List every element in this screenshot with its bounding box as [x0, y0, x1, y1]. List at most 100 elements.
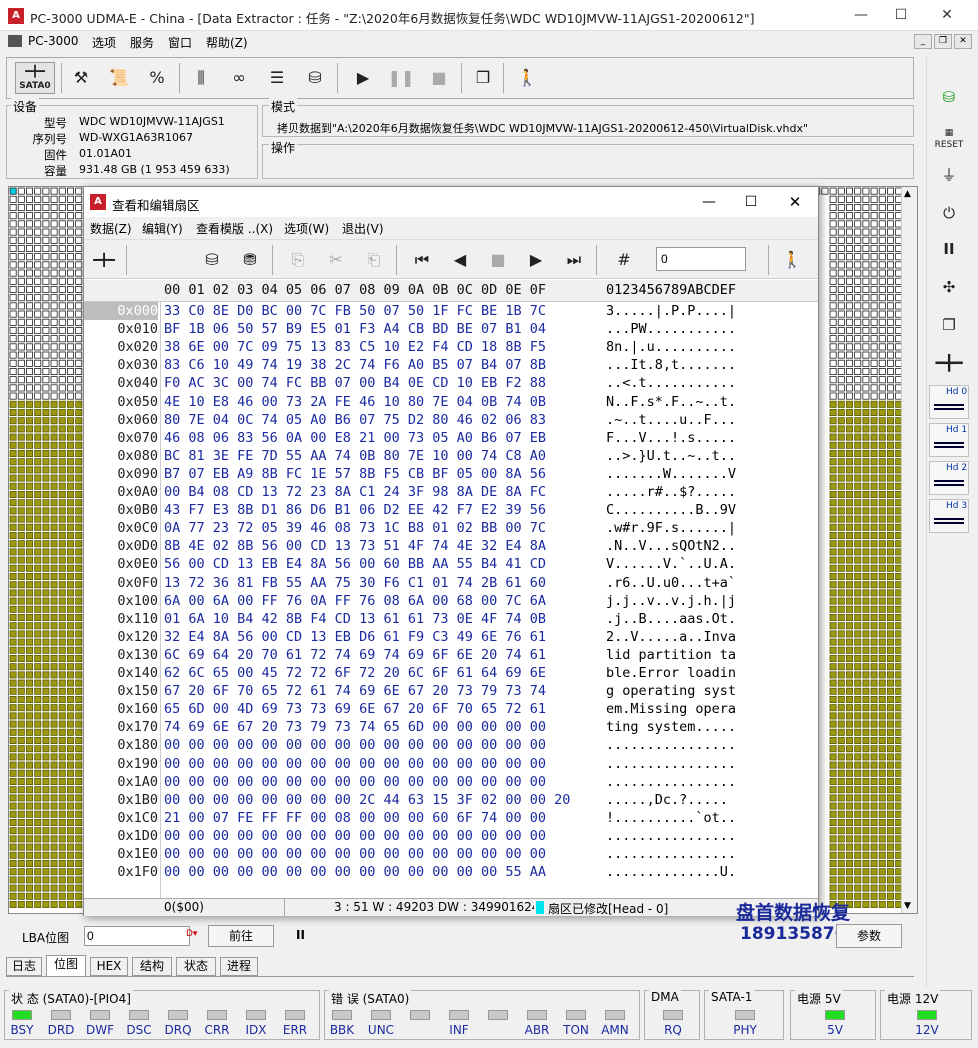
row-ascii[interactable]: ..>.}U.t..~..t.. [606, 447, 736, 465]
sector-block[interactable] [25, 868, 33, 876]
sector-block[interactable] [854, 253, 862, 261]
sector-block[interactable] [17, 482, 25, 490]
sector-block[interactable] [9, 408, 17, 416]
sector-block[interactable] [34, 351, 42, 359]
sector-block[interactable] [42, 556, 50, 564]
sector-block[interactable] [9, 351, 17, 359]
sector-block[interactable] [67, 310, 75, 318]
sector-block[interactable] [58, 466, 66, 474]
sector-block[interactable] [75, 269, 83, 277]
sector-block[interactable] [870, 704, 878, 712]
sector-block[interactable] [17, 810, 25, 818]
sector-block[interactable] [67, 695, 75, 703]
sector-block[interactable] [854, 408, 862, 416]
sector-block[interactable] [829, 482, 837, 490]
sector-block[interactable] [829, 384, 837, 392]
sector-block[interactable] [17, 597, 25, 605]
sector-block[interactable] [829, 245, 837, 253]
sector-block[interactable] [862, 302, 870, 310]
row-ascii[interactable]: ................ [606, 736, 736, 754]
sector-block[interactable] [42, 737, 50, 745]
sector-block[interactable] [75, 802, 83, 810]
sector-block[interactable] [75, 326, 83, 334]
sector-block[interactable] [846, 367, 854, 375]
sector-block[interactable] [75, 458, 83, 466]
sector-block[interactable] [42, 720, 50, 728]
sector-block[interactable] [17, 695, 25, 703]
sector-block[interactable] [862, 335, 870, 343]
sector-block[interactable] [854, 630, 862, 638]
sector-block[interactable] [42, 687, 50, 695]
sector-block[interactable] [870, 769, 878, 777]
sector-block[interactable] [846, 720, 854, 728]
sector-block[interactable] [870, 433, 878, 441]
sector-block[interactable] [75, 851, 83, 859]
sector-block[interactable] [837, 810, 845, 818]
sector-block[interactable] [854, 195, 862, 203]
sector-block[interactable] [837, 564, 845, 572]
sector-block[interactable] [34, 523, 42, 531]
sector-block[interactable] [887, 778, 895, 786]
sector-block[interactable] [887, 835, 895, 843]
sector-block[interactable] [67, 343, 75, 351]
sector-block[interactable] [58, 761, 66, 769]
sector-block[interactable] [67, 187, 75, 195]
sector-block[interactable] [837, 245, 845, 253]
sector-block[interactable] [34, 646, 42, 654]
sector-block[interactable] [58, 425, 66, 433]
sector-block[interactable] [837, 326, 845, 334]
scroll-down-icon[interactable]: ▼ [904, 901, 911, 911]
sector-block[interactable] [870, 613, 878, 621]
mdi-minimize-button[interactable]: _ [914, 34, 932, 49]
sector-block[interactable] [887, 523, 895, 531]
sector-block[interactable] [58, 605, 66, 613]
sector-block[interactable] [42, 835, 50, 843]
sector-block[interactable] [17, 466, 25, 474]
sector-block[interactable] [862, 671, 870, 679]
sector-block[interactable] [9, 515, 17, 523]
sector-block[interactable] [854, 515, 862, 523]
sector-block[interactable] [846, 499, 854, 507]
sector-block[interactable] [42, 310, 50, 318]
row-hex-bytes[interactable]: 65 6D 00 4D 69 73 73 69 6E 67 20 6F 70 6… [164, 700, 546, 718]
sector-block[interactable] [837, 786, 845, 794]
sector-block[interactable] [9, 622, 17, 630]
sector-block[interactable] [862, 761, 870, 769]
sector-block[interactable] [25, 408, 33, 416]
sector-block[interactable] [67, 482, 75, 490]
sector-block[interactable] [58, 827, 66, 835]
sector-block[interactable] [837, 540, 845, 548]
sector-block[interactable] [878, 359, 886, 367]
sector-block[interactable] [870, 236, 878, 244]
sector-block[interactable] [34, 236, 42, 244]
sector-block[interactable] [50, 433, 58, 441]
sector-block[interactable] [837, 597, 845, 605]
pause-button[interactable]: II [296, 928, 305, 942]
sector-block[interactable] [50, 490, 58, 498]
sector-block[interactable] [870, 302, 878, 310]
sector-block[interactable] [58, 392, 66, 400]
sector-block[interactable] [887, 490, 895, 498]
sector-block[interactable] [9, 860, 17, 868]
sector-block[interactable] [878, 203, 886, 211]
sector-block[interactable] [887, 687, 895, 695]
sector-block[interactable] [878, 277, 886, 285]
sector-block[interactable] [25, 581, 33, 589]
sector-block[interactable] [58, 712, 66, 720]
sector-block[interactable] [34, 778, 42, 786]
sector-block[interactable] [878, 507, 886, 515]
sector-block[interactable] [887, 203, 895, 211]
sector-block[interactable] [887, 343, 895, 351]
sector-block[interactable] [854, 384, 862, 392]
sector-block[interactable] [42, 704, 50, 712]
sector-block[interactable] [887, 392, 895, 400]
sector-block[interactable] [58, 499, 66, 507]
sector-block[interactable] [34, 860, 42, 868]
sector-block[interactable] [50, 704, 58, 712]
sector-block[interactable] [9, 474, 17, 482]
sector-block[interactable] [67, 425, 75, 433]
sector-block[interactable] [870, 786, 878, 794]
sector-block[interactable] [870, 490, 878, 498]
sector-block[interactable] [50, 515, 58, 523]
sector-block[interactable] [34, 622, 42, 630]
